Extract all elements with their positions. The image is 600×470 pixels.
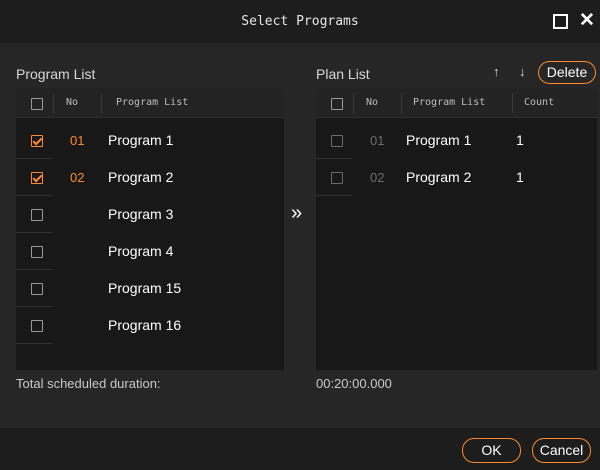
row-program-name: Program 16 [108,317,182,333]
header-program-list: Program List [116,97,189,108]
select-all-checkbox[interactable] [331,98,343,110]
program-row[interactable]: 02 Program 2 [16,159,284,196]
plan-row[interactable]: 02 Program 2 1 [316,159,597,196]
row-program-name: Program 1 [406,132,472,148]
row-program-name: Program 15 [108,280,182,296]
select-all-checkbox[interactable] [31,98,43,110]
program-row[interactable]: Program 3 [16,196,284,233]
row-no: 02 [370,170,385,185]
row-checkbox[interactable] [31,172,43,184]
row-count: 1 [516,169,524,185]
program-row[interactable]: 01 Program 1 [16,122,284,159]
program-list-label: Program List [16,66,96,82]
row-checkbox[interactable] [31,135,43,147]
plan-row[interactable]: 01 Program 1 1 [316,122,597,159]
program-row[interactable]: Program 15 [16,270,284,307]
cancel-button[interactable]: Cancel [532,438,591,463]
row-checkbox[interactable] [331,135,343,147]
total-duration-label: Total scheduled duration: [16,376,161,391]
delete-button[interactable]: Delete [538,61,596,84]
move-down-icon[interactable]: ↓ [519,64,526,79]
row-checkbox[interactable] [31,209,43,221]
row-program-name: Program 2 [406,169,472,185]
program-row[interactable]: Program 4 [16,233,284,270]
total-duration-value: 00:20:00.000 [316,376,392,391]
row-no: 01 [370,133,385,148]
maximize-icon[interactable] [550,10,572,32]
header-no: No [366,97,379,108]
program-list-header: No Program List [16,89,284,118]
row-checkbox[interactable] [331,172,343,184]
row-program-name: Program 1 [108,132,174,148]
row-program-name: Program 3 [108,206,174,222]
program-row[interactable]: Program 16 [16,307,284,344]
ok-button[interactable]: OK [462,438,521,463]
row-checkbox[interactable] [31,320,43,332]
row-checkbox[interactable] [31,246,43,258]
move-up-icon[interactable]: ↑ [493,64,500,79]
title-bar: Select Programs ✕ [0,0,600,43]
plan-list-label: Plan List [316,66,370,82]
header-count: Count [524,97,555,108]
dialog-footer: OK Cancel [0,428,600,470]
row-count: 1 [516,132,524,148]
row-program-name: Program 2 [108,169,174,185]
program-list-table: No Program List 01 Program 1 02 Program … [16,89,284,370]
plan-list-header: No Program List Count [316,89,597,118]
row-checkbox[interactable] [31,283,43,295]
row-program-name: Program 4 [108,243,174,259]
row-no: 01 [70,133,85,148]
plan-list-table: No Program List Count 01 Program 1 1 02 … [316,89,597,370]
header-no: No [66,97,79,108]
window-title: Select Programs [241,14,359,29]
header-program-list: Program List [413,97,486,108]
row-no: 02 [70,170,85,185]
add-to-plan-icon[interactable]: » [291,202,302,225]
close-icon[interactable]: ✕ [576,10,598,32]
